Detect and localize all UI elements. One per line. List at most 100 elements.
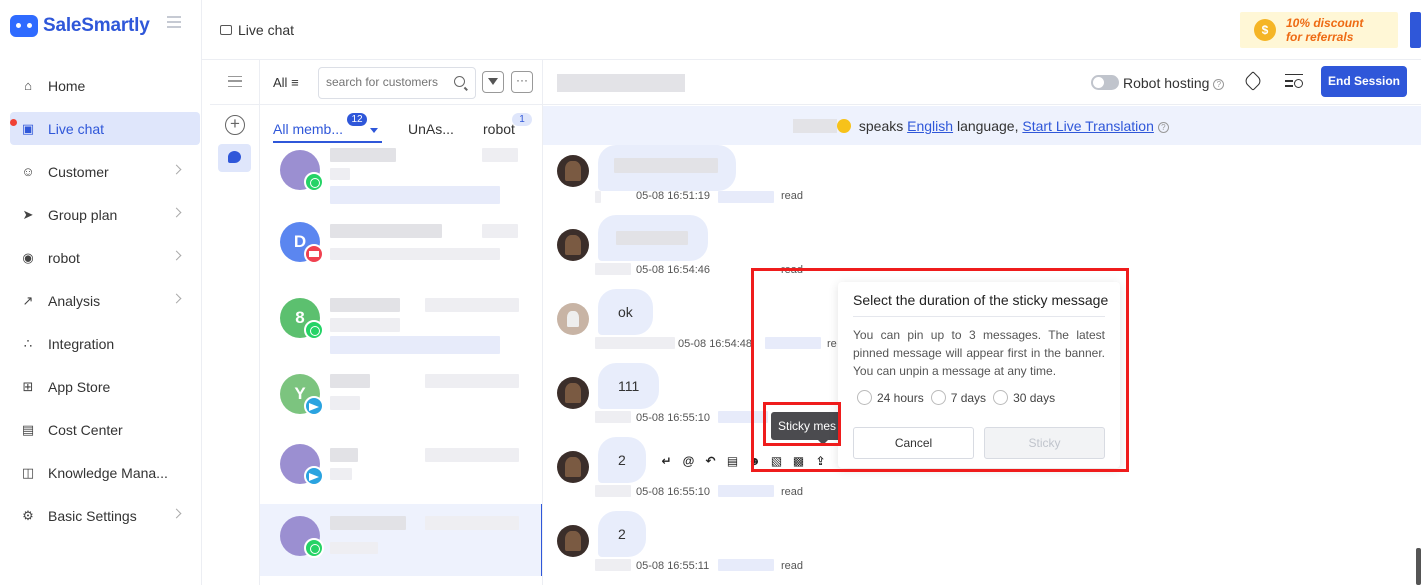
- redacted-contact-name: [557, 74, 685, 92]
- robot-hosting-text: Robot hosting: [1123, 75, 1210, 91]
- filter-button[interactable]: [482, 71, 504, 93]
- message-time: 05-08 16:54:48: [678, 338, 753, 350]
- add-session-icon[interactable]: +: [225, 115, 245, 135]
- conversation-item[interactable]: Y: [260, 362, 542, 434]
- chat-header: Robot hosting? End Session: [543, 60, 1421, 105]
- start-translation-link[interactable]: Start Live Translation: [1022, 118, 1154, 134]
- speaks-text: speaks: [858, 118, 904, 134]
- search-icon[interactable]: [454, 76, 465, 87]
- language-notice: speaks English language, Start Live Tran…: [793, 118, 1169, 134]
- sidebar-item-integration[interactable]: ∴ Integration: [10, 327, 200, 360]
- more-button[interactable]: ···: [511, 71, 533, 93]
- message-time: 05-08 16:54:46: [636, 264, 711, 276]
- language-link[interactable]: English: [907, 118, 953, 134]
- robot-hosting-toggle[interactable]: [1091, 75, 1119, 90]
- whatsapp-icon: [304, 172, 324, 192]
- home-icon: ⌂: [24, 78, 32, 93]
- promo-line-1: 10% discount: [1286, 16, 1364, 30]
- analysis-icon: ↗: [22, 292, 34, 308]
- redacted-time: [425, 516, 519, 530]
- message-bubble[interactable]: 111: [598, 363, 660, 409]
- note-icon[interactable]: ▤: [725, 454, 740, 469]
- promo-text: 10% discount for referrals: [1286, 16, 1363, 44]
- redacted-name: [330, 374, 370, 388]
- referral-promo-banner[interactable]: $ 10% discount for referrals: [1240, 12, 1398, 48]
- tab-unassigned[interactable]: UnAs...: [408, 121, 454, 137]
- robot-hosting-label: Robot hosting?: [1123, 75, 1225, 91]
- menu-icon[interactable]: [228, 76, 242, 87]
- chevron-right-icon: [171, 508, 182, 519]
- sidebar: SaleSmartly ⌂ Home ▣ Live chat ☺ Custome…: [0, 0, 202, 585]
- chat-sessions-icon[interactable]: [218, 144, 251, 172]
- translate-icon[interactable]: ↵: [659, 454, 674, 469]
- help-icon[interactable]: ?: [1213, 79, 1225, 90]
- sidebar-item-label: Cost Center: [48, 421, 123, 438]
- robot-icon: ◉: [22, 249, 34, 265]
- sidebar-item-home[interactable]: ⌂ Home: [10, 69, 200, 102]
- message-time: 05-08 16:51:19: [636, 190, 711, 202]
- conversation-item[interactable]: [260, 432, 542, 504]
- coin-icon: $: [1254, 19, 1276, 41]
- redacted-preview: [330, 186, 500, 204]
- search-input[interactable]: [326, 68, 446, 96]
- tab-all-members[interactable]: All memb...: [273, 121, 343, 137]
- sidebar-item-live-chat[interactable]: ▣ Live chat: [10, 112, 200, 145]
- language-suffix: language,: [956, 118, 1019, 134]
- mention-icon[interactable]: @: [681, 454, 696, 469]
- avatar: [557, 451, 589, 483]
- conversation-item[interactable]: D: [260, 210, 542, 282]
- chevron-right-icon: [171, 207, 182, 218]
- redacted-preview: [330, 168, 350, 180]
- conversation-item-selected[interactable]: [260, 504, 542, 576]
- chevron-right-icon: [171, 164, 182, 175]
- conversation-item[interactable]: [260, 138, 542, 210]
- all-filter[interactable]: All ≡: [273, 75, 299, 90]
- tab-live-chat[interactable]: Live chat: [220, 22, 294, 38]
- all-filter-label: All: [273, 75, 288, 90]
- sidebar-item-cost-center[interactable]: ▤ Cost Center: [10, 413, 200, 446]
- help-icon[interactable]: ?: [1157, 122, 1169, 133]
- tag-icon[interactable]: [1243, 71, 1263, 91]
- all-members-badge: 12: [347, 113, 367, 126]
- sidebar-item-robot[interactable]: ◉ robot: [10, 241, 200, 274]
- redacted-name: [330, 224, 442, 238]
- sidebar-item-label: Integration: [48, 335, 115, 352]
- message-bubble[interactable]: 2: [598, 511, 646, 557]
- sidebar-item-label: Group plan: [48, 206, 118, 223]
- sidebar-item-label: robot: [48, 249, 80, 266]
- whatsapp-icon: [304, 538, 324, 558]
- message-search-icon[interactable]: [1285, 74, 1303, 90]
- sidebar-item-app-store[interactable]: ⊞ App Store: [10, 370, 200, 403]
- end-session-button[interactable]: End Session: [1321, 66, 1407, 97]
- sidebar-item-basic-settings[interactable]: ⚙ Basic Settings: [10, 499, 200, 532]
- redacted-contact-name: [793, 119, 837, 133]
- telegram-icon: [304, 466, 324, 486]
- scrollbar[interactable]: [1416, 548, 1421, 585]
- avatar: [557, 155, 589, 187]
- telegram-icon: [304, 396, 324, 416]
- redacted-message: [616, 231, 688, 245]
- sidebar-item-group-plan[interactable]: ➤ Group plan: [10, 198, 200, 231]
- reply-icon[interactable]: ↶: [703, 454, 718, 469]
- collapse-menu-icon[interactable]: [167, 16, 181, 28]
- message-bubble[interactable]: [598, 215, 708, 261]
- message-bubble[interactable]: ok: [598, 289, 653, 335]
- chat-bubble-icon: [220, 25, 232, 35]
- notification-dot: [10, 119, 17, 126]
- sidebar-item-label: Analysis: [48, 292, 101, 309]
- redacted-time: [425, 448, 519, 462]
- sidebar-item-customer[interactable]: ☺ Customer: [10, 155, 200, 188]
- avatar: [557, 525, 589, 557]
- tab-robot[interactable]: robot: [483, 121, 515, 137]
- redacted-preview: [330, 336, 500, 354]
- caret-down-icon[interactable]: [370, 128, 378, 133]
- conversation-item[interactable]: 8: [260, 286, 542, 358]
- brand[interactable]: SaleSmartly: [10, 12, 150, 40]
- message-bubble[interactable]: 2: [598, 437, 646, 483]
- sidebar-item-analysis[interactable]: ↗ Analysis: [10, 284, 200, 317]
- message-bubble[interactable]: [598, 145, 736, 191]
- sidebar-item-knowledge[interactable]: ◫ Knowledge Mana...: [10, 456, 200, 489]
- side-banner[interactable]: [1410, 12, 1421, 48]
- language-bar: speaks English language, Start Live Tran…: [543, 106, 1421, 145]
- robot-badge: 1: [512, 113, 532, 126]
